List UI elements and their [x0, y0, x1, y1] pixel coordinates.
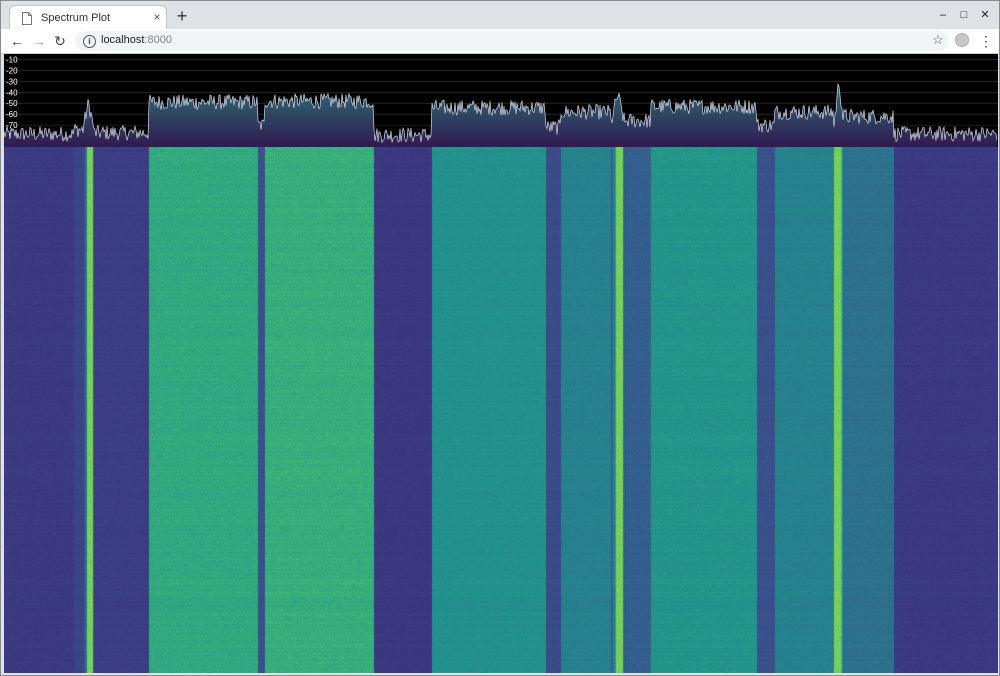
y-tick-label: -10 — [6, 55, 18, 64]
info-icon[interactable]: i — [83, 35, 96, 48]
waterfall-plot — [4, 147, 998, 673]
url-text[interactable]: localhost:8000 — [101, 34, 172, 46]
close-tab-icon[interactable]: × — [150, 10, 164, 24]
url-port: :8000 — [144, 34, 172, 46]
browser-toolbar: ← → ↻ i localhost:8000 ☆ ⋮ — [1, 29, 999, 54]
spectrum-chart: -10-20-30-40-50-60-70-80 — [4, 54, 998, 147]
address-bar[interactable]: i localhost:8000 — [75, 31, 949, 51]
minimize-button[interactable]: – — [933, 7, 953, 23]
bookmark-star-icon[interactable]: ☆ — [931, 32, 945, 48]
browser-menu-icon[interactable]: ⋮ — [979, 32, 993, 50]
close-window-button[interactable]: ✕ — [975, 7, 995, 23]
y-tick-label: -30 — [6, 77, 18, 86]
y-tick-label: -50 — [6, 99, 18, 108]
tab-spectrum-plot[interactable]: Spectrum Plot × — [9, 5, 167, 29]
spectrum-plot-page: -10-20-30-40-50-60-70-80 — [4, 54, 998, 673]
y-tick-label: -60 — [6, 110, 18, 119]
profile-avatar[interactable] — [955, 33, 969, 47]
tab-strip: Spectrum Plot × + – □ ✕ — [1, 1, 999, 29]
forward-button[interactable]: → — [30, 32, 48, 50]
tab-title: Spectrum Plot — [41, 12, 111, 24]
new-tab-button[interactable]: + — [175, 7, 189, 25]
browser-window: Spectrum Plot × + – □ ✕ ← → ↻ i localhos… — [0, 0, 1000, 676]
y-tick-label: -40 — [6, 88, 18, 97]
waterfall-canvas — [4, 147, 998, 673]
maximize-button[interactable]: □ — [954, 7, 974, 23]
y-tick-label: -20 — [6, 66, 18, 75]
back-button[interactable]: ← — [8, 32, 26, 50]
page-icon — [22, 12, 32, 25]
reload-button[interactable]: ↻ — [51, 32, 69, 50]
url-host: localhost — [101, 34, 145, 46]
